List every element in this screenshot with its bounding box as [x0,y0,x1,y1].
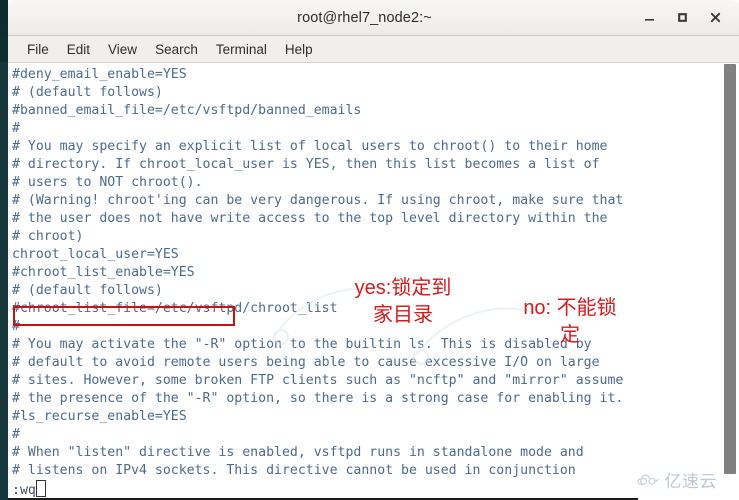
terminal-line: # listens on IPv4 sockets. This directiv… [12,463,576,478]
annotation-yes-note: yes:锁定到 家目录 [354,277,452,326]
maximize-icon[interactable] [674,9,691,26]
terminal-line: #ls_recurse_enable=YES [12,409,187,424]
terminal-line: # (Warning! chroot'ing can be very dange… [12,193,624,208]
terminal-line: # directory. If chroot_local_user is YES… [12,157,600,172]
terminal-line: # When "listen" directive is enabled, vs… [12,445,584,460]
menu-item-view[interactable]: View [99,40,146,59]
minimize-icon[interactable] [641,9,658,26]
vim-command-line: :wq [12,480,623,498]
window-titlebar[interactable]: root@rhel7_node2:~ [8,0,739,36]
menu-item-edit[interactable]: Edit [58,40,99,59]
cloud-logo-icon [636,473,658,485]
close-icon[interactable] [707,9,724,26]
terminal-line: # sites. However, some broken FTP client… [12,373,624,388]
annotation-no-note: no: 不能锁 定 [523,297,617,346]
terminal-line: # (default follows) [12,85,163,100]
menu-item-terminal[interactable]: Terminal [207,40,276,59]
terminal-line: #deny_email_enable=YES [12,67,187,82]
terminal-line: chroot_local_user=YES [12,247,179,262]
terminal-line: # default to avoid remote users being ab… [12,355,600,370]
site-watermark: 亿速云 [636,467,718,492]
terminal-line: #chroot_list_enable=YES [12,265,195,280]
terminal-text: #deny_email_enable=YES # (default follows… [12,66,623,498]
terminal-line: # the presence of the "-R" option, so th… [12,391,624,406]
window-title: root@rhel7_node2:~ [297,9,432,26]
terminal-scrollbar-thumb[interactable] [724,64,736,474]
terminal-line: # You may specify an explicit list of lo… [12,139,608,154]
terminal-line: # [12,427,20,442]
menu-item-help[interactable]: Help [276,40,322,59]
terminal-line: # [12,121,20,136]
terminal-line: #banned_email_file=/etc/vsftpd/banned_em… [12,103,362,118]
window-controls [641,9,739,26]
vim-command-text: :wq [12,483,36,498]
menubar: File Edit View Search Terminal Help [8,36,739,63]
terminal-left-edge [0,62,8,500]
terminal-line: # chroot) [12,229,84,244]
watermark-text: 亿速云 [664,472,717,492]
terminal-line: # users to NOT chroot(). [12,175,203,190]
terminal-content-area[interactable]: #deny_email_enable=YES # (default follows… [8,63,721,500]
terminal-window: root@rhel7_node2:~ File Edit View Search… [0,0,739,500]
menu-item-file[interactable]: File [18,40,58,59]
text-cursor [35,480,46,497]
terminal-line: # the user does not have write access to… [12,211,608,226]
menu-item-search[interactable]: Search [146,40,207,59]
